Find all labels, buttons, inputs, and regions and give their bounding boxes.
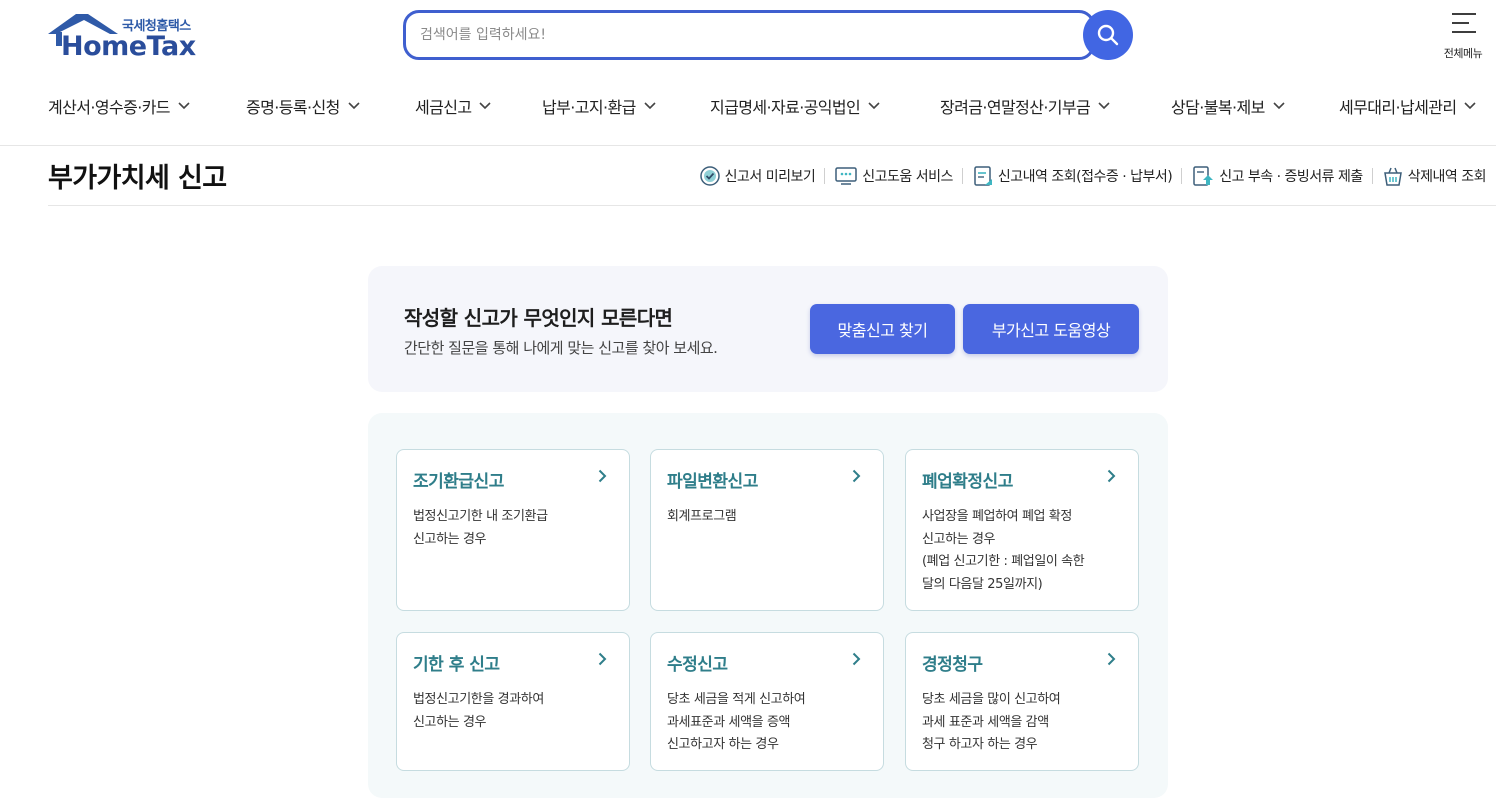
basket-icon xyxy=(1383,167,1402,186)
card-description: 회계프로그램 xyxy=(667,509,737,524)
gnb-label: 세금신고 xyxy=(415,98,472,117)
gnb-item-incentive[interactable]: 장려금·연말정산·기부금 xyxy=(940,92,1110,120)
chevron-down-icon xyxy=(479,102,492,110)
gnb-item-certificate[interactable]: 증명·등록·신청 xyxy=(246,92,360,120)
util-label: 신고 부속 · 증빙서류 제출 xyxy=(1219,169,1363,185)
card-early-refund[interactable]: 조기환급신고 법정신고기한 내 조기환급 신고하는 경우 xyxy=(396,449,630,611)
card-late-filing[interactable]: 기한 후 신고 법정신고기한을 경과하여 신고하는 경우 xyxy=(396,632,630,771)
gnb-item-statements[interactable]: 지급명세·자료·공익법인 xyxy=(710,92,880,120)
hometax-logo[interactable]: 국세청홈택스 HomeTax xyxy=(48,12,208,62)
filing-finder-box: 작성할 신고가 무엇인지 모른다면 간단한 질문을 통해 나에게 맞는 신고를 … xyxy=(368,266,1168,392)
card-description: 법정신고기한을 경과하여 신고하는 경우 xyxy=(413,692,544,730)
gnb-item-tax-filing[interactable]: 세금신고 xyxy=(415,92,492,120)
utility-bar: 신고서 미리보기 신고도움 서비스 신고내역 조회(접수증 · 납부서) 신고 … xyxy=(699,162,1487,190)
card-title: 수정신고 xyxy=(667,655,728,675)
header-divider xyxy=(0,145,1496,146)
chevron-right-icon xyxy=(598,652,607,666)
gnb-item-agent[interactable]: 세무대리·납세관리 xyxy=(1339,92,1477,120)
gnb-label: 상담·불복·제보 xyxy=(1171,98,1265,117)
chevron-down-icon xyxy=(1098,102,1110,110)
card-description: 사업장을 폐업하여 폐업 확정 신고하는 경우 (폐업 신고기한 : 폐업일이 … xyxy=(922,509,1085,592)
all-menu-label: 전체메뉴 xyxy=(1443,47,1483,60)
help-video-button[interactable]: 부가신고 도움영상 xyxy=(963,304,1139,354)
gnb-label: 장려금·연말정산·기부금 xyxy=(940,98,1091,117)
card-description: 당초 세금을 많이 신고하여 과세 표준과 세액을 감액 청구 하고자 하는 경… xyxy=(922,692,1061,752)
search-input[interactable] xyxy=(420,13,1060,57)
chevron-right-icon xyxy=(852,652,861,666)
search-box xyxy=(403,10,1095,60)
search-button[interactable] xyxy=(1083,10,1133,60)
card-description: 법정신고기한 내 조기환급 신고하는 경우 xyxy=(413,509,548,547)
chevron-right-icon xyxy=(852,469,861,483)
util-label: 신고내역 조회(접수증 · 납부서) xyxy=(997,169,1173,185)
util-preview[interactable]: 신고서 미리보기 xyxy=(699,165,816,187)
gnb-label: 납부·고지·환급 xyxy=(542,98,636,117)
card-title: 파일변환신고 xyxy=(667,472,758,492)
util-separator xyxy=(824,168,826,184)
chevron-down-icon xyxy=(868,102,880,110)
card-closure-filing[interactable]: 폐업확정신고 사업장을 폐업하여 폐업 확정 신고하는 경우 (폐업 신고기한 … xyxy=(905,449,1139,611)
gnb-label: 증명·등록·신청 xyxy=(246,98,340,117)
helper-subtitle: 간단한 질문을 통해 나에게 맞는 신고를 찾아 보세요. xyxy=(404,339,718,357)
chevron-down-icon xyxy=(1464,102,1477,110)
util-attachments[interactable]: 신고 부속 · 증빙서류 제출 xyxy=(1191,165,1363,187)
page-title: 부가가치세 신고 xyxy=(48,163,227,194)
chevron-down-icon xyxy=(1273,102,1285,110)
document-list-icon xyxy=(974,166,992,186)
util-help-service[interactable]: 신고도움 서비스 xyxy=(834,165,953,187)
global-nav: 계산서·영수증·카드 증명·등록·신청 세금신고 납부·고지·환급 지급명세·자… xyxy=(48,92,1496,120)
upload-document-icon xyxy=(1193,166,1214,186)
find-filing-button[interactable]: 맞춤신고 찾기 xyxy=(810,304,955,354)
all-menu-button[interactable]: 전체메뉴 xyxy=(1436,10,1490,62)
check-badge-icon xyxy=(699,166,720,186)
util-deleted[interactable]: 삭제내역 조회 xyxy=(1382,165,1487,187)
card-title: 기한 후 신고 xyxy=(413,655,500,675)
gnb-item-consult[interactable]: 상담·불복·제보 xyxy=(1171,92,1285,120)
gnb-label: 계산서·영수증·카드 xyxy=(48,98,171,117)
card-title: 경정청구 xyxy=(922,655,983,675)
chevron-right-icon xyxy=(1107,652,1116,666)
gnb-item-invoice[interactable]: 계산서·영수증·카드 xyxy=(48,92,190,120)
search-icon xyxy=(1097,24,1119,46)
chevron-down-icon xyxy=(348,102,360,110)
util-separator xyxy=(1181,168,1183,184)
card-file-conversion[interactable]: 파일변환신고 회계프로그램 xyxy=(650,449,884,611)
card-description: 당초 세금을 적게 신고하여 과세표준과 세액을 증액 신고하고자 하는 경우 xyxy=(667,692,806,752)
monitor-help-icon xyxy=(835,167,858,185)
card-title: 폐업확정신고 xyxy=(922,472,1013,492)
util-label: 신고서 미리보기 xyxy=(724,169,816,185)
card-correction-claim[interactable]: 경정청구 당초 세금을 많이 신고하여 과세 표준과 세액을 감액 청구 하고자… xyxy=(905,632,1139,771)
util-separator xyxy=(1371,168,1373,184)
chevron-down-icon xyxy=(178,102,190,110)
util-history[interactable]: 신고내역 조회(접수증 · 납부서) xyxy=(972,165,1173,187)
chevron-right-icon xyxy=(598,469,607,483)
card-title: 조기환급신고 xyxy=(413,472,504,492)
gnb-item-payment[interactable]: 납부·고지·환급 xyxy=(542,92,656,120)
gnb-label: 지급명세·자료·공익법인 xyxy=(710,98,861,117)
chevron-down-icon xyxy=(644,102,656,110)
logo-english-text: HomeTax xyxy=(61,31,196,62)
chevron-right-icon xyxy=(1107,469,1116,483)
gnb-label: 세무대리·납세관리 xyxy=(1339,98,1457,117)
card-amended-filing[interactable]: 수정신고 당초 세금을 적게 신고하여 과세표준과 세액을 증액 신고하고자 하… xyxy=(650,632,884,771)
util-separator xyxy=(961,168,963,184)
helper-title: 작성할 신고가 무엇인지 모른다면 xyxy=(404,306,673,330)
util-label: 신고도움 서비스 xyxy=(862,169,953,185)
title-divider xyxy=(48,205,1496,206)
hamburger-icon xyxy=(1452,13,1476,33)
util-label: 삭제내역 조회 xyxy=(1407,169,1487,185)
